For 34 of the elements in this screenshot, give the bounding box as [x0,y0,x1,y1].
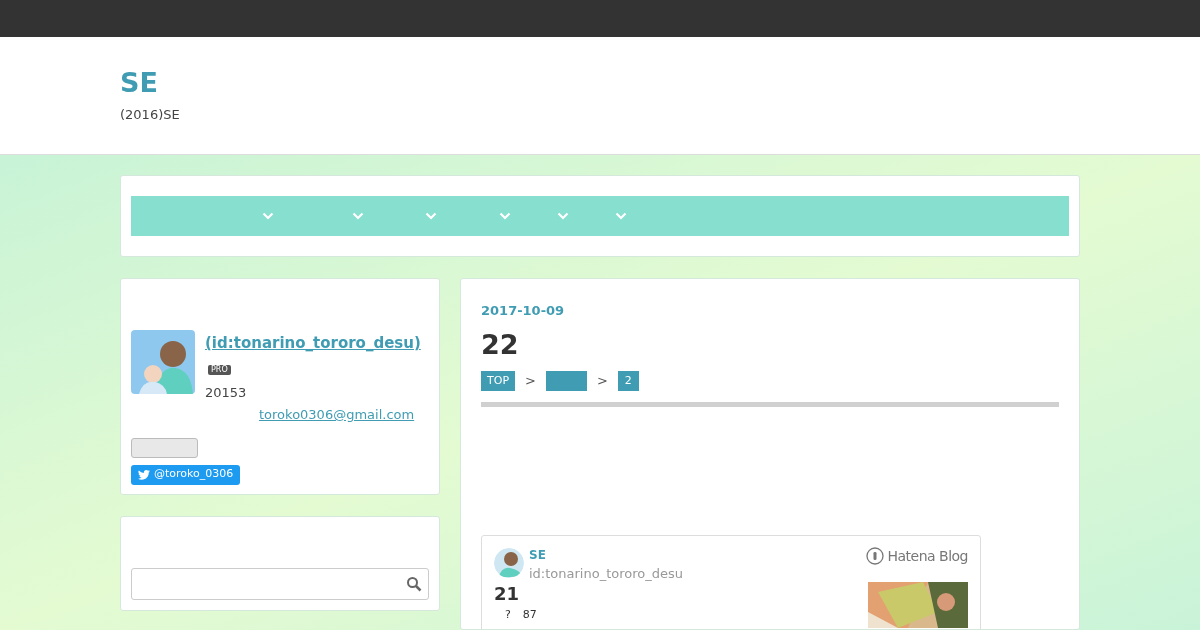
avatar [494,547,524,578]
avatar [131,330,195,394]
hatena-logo-icon [866,547,885,565]
search-field[interactable] [131,568,429,600]
blog-name[interactable]: SE [529,545,546,564]
blog-description: (2016)SE [120,106,180,124]
bird-icon [138,469,150,480]
chevron-down-icon[interactable] [557,212,569,220]
chevron-down-icon[interactable] [352,212,364,220]
meta-text: ? [505,607,511,623]
profile-name-link[interactable]: (id:tonarino_tororo_desu) [205,332,421,355]
breadcrumb-link[interactable] [545,370,587,391]
embed-title[interactable]: 21 [494,583,520,605]
breadcrumb-separator: > [596,371,608,390]
user-id: id:tonarino_tororo_desu [529,564,683,583]
email-link[interactable]: toroko0306@gmail.com [259,405,415,425]
pro-badge: PRO [208,364,231,375]
breadcrumb-link[interactable]: 2 [617,370,639,391]
blog-title[interactable]: SE [120,67,158,99]
embed-card[interactable]: SE id:tonarino_tororo_desu 21 ? 87 Hatena Blog [481,534,981,629]
meta-count: 87 [522,607,537,623]
article-date[interactable]: 2017-10-09 [481,301,565,321]
chevron-down-icon[interactable] [262,212,274,220]
article-title[interactable]: 22 [481,326,519,363]
chevron-down-icon[interactable] [615,212,627,220]
breadcrumb-link[interactable]: TOP [481,370,515,391]
search-icon[interactable] [406,576,422,592]
profile-text: 20153 [205,383,247,402]
service-name: Hatena Blog [887,546,968,566]
twitter-button[interactable]: @toroko_0306 [131,464,241,485]
breadcrumb-separator: > [525,371,536,390]
chevron-down-icon[interactable] [425,212,437,220]
chevron-down-icon[interactable] [499,212,511,220]
follow-button[interactable] [131,437,198,458]
